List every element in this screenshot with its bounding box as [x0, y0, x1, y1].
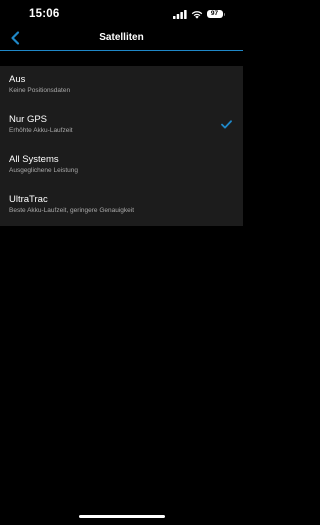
wifi-icon [191, 10, 203, 19]
satellite-options-list: Aus Keine Positionsdaten Nur GPS Erhöhte… [0, 66, 243, 226]
check-icon [221, 120, 232, 129]
option-label: All Systems [9, 154, 59, 165]
battery-icon: 97 [206, 10, 225, 18]
status-icons: 97 [172, 9, 225, 19]
option-description: Keine Positionsdaten [9, 87, 71, 94]
option-label: Aus [9, 74, 26, 85]
option-label: Nur GPS [9, 114, 48, 125]
cellular-signal-icon [172, 9, 187, 19]
option-all-systems[interactable]: All Systems Ausgeglichene Leistung [0, 146, 243, 186]
navigation-bar: Satelliten [0, 27, 243, 51]
option-description: Erhöhte Akku-Laufzeit [9, 127, 73, 134]
option-label: UltraTrac [9, 194, 48, 205]
option-description: Ausgeglichene Leistung [9, 167, 79, 174]
status-bar: 15:06 97 [0, 0, 243, 26]
option-aus[interactable]: Aus Keine Positionsdaten [0, 66, 243, 106]
option-description: Beste Akku-Laufzeit, geringere Genauigke… [9, 207, 135, 214]
page-title: Satelliten [99, 32, 144, 43]
option-nur-gps[interactable]: Nur GPS Erhöhte Akku-Laufzeit [0, 106, 243, 146]
status-time: 15:06 [29, 8, 60, 20]
battery-level: 97 [206, 10, 223, 18]
home-indicator[interactable] [79, 515, 165, 518]
option-ultratrac[interactable]: UltraTrac Beste Akku-Laufzeit, geringere… [0, 186, 243, 226]
